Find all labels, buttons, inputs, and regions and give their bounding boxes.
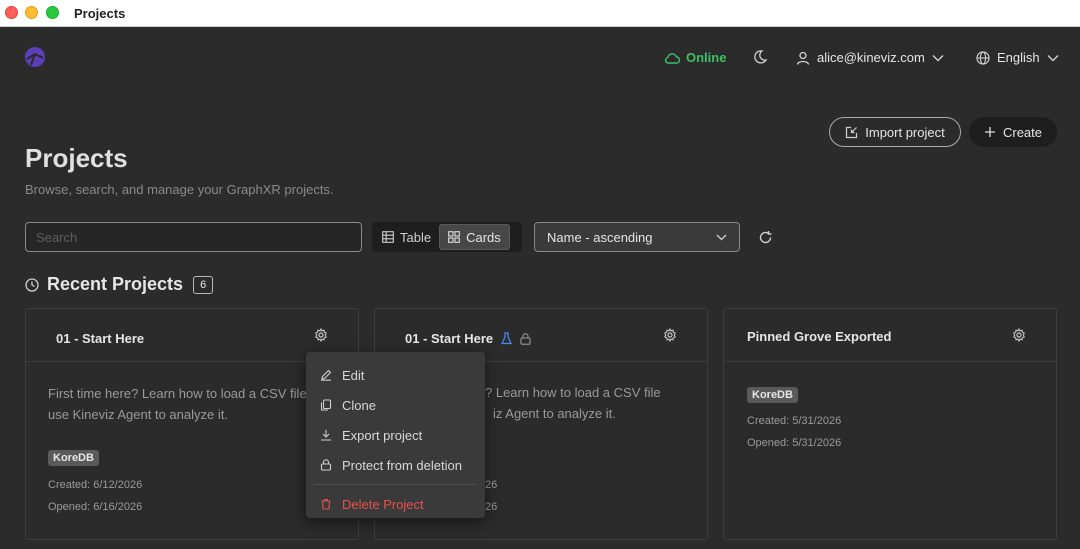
refresh-icon[interactable] xyxy=(758,230,773,245)
globe-icon xyxy=(976,50,990,65)
clock-icon xyxy=(25,277,39,292)
db-tag: KoreDB xyxy=(747,387,798,403)
menu-item-delete[interactable]: Delete Project xyxy=(306,489,485,519)
recent-projects-header: Recent Projects 6 xyxy=(25,274,214,295)
gear-icon[interactable] xyxy=(314,328,328,342)
connection-status: Online xyxy=(664,50,726,65)
chevron-down-icon xyxy=(932,54,944,61)
table-icon xyxy=(382,231,394,243)
import-project-button[interactable]: Import project xyxy=(829,117,961,147)
table-view-label: Table xyxy=(400,229,432,245)
opened-date: 26 xyxy=(485,501,498,513)
cloud-icon xyxy=(664,52,680,64)
card-title: 01 - Start Here xyxy=(405,331,531,346)
cards-view-button[interactable]: Cards xyxy=(439,224,510,250)
user-icon xyxy=(796,51,810,65)
menu-item-label: Clone xyxy=(342,397,376,413)
project-count-badge: 6 xyxy=(193,275,214,294)
card-description-line-1: ? Learn how to load a CSV file xyxy=(485,385,661,400)
window-title: Projects xyxy=(74,6,126,21)
db-tag: KoreDB xyxy=(48,450,99,466)
trash-icon xyxy=(321,498,331,510)
user-menu[interactable]: alice@kineviz.com xyxy=(796,50,944,65)
card-context-menu: Edit Clone Export project Protect from d… xyxy=(306,352,485,518)
card-title: Pinned Grove Exported xyxy=(747,329,891,344)
card-title: 01 - Start Here xyxy=(56,331,144,346)
card-title-text: Pinned Grove Exported xyxy=(747,329,892,344)
menu-divider xyxy=(314,484,477,485)
language-label: English xyxy=(997,50,1040,65)
minimize-window-button[interactable] xyxy=(25,6,38,19)
app-logo-icon[interactable] xyxy=(24,46,46,68)
lock-icon xyxy=(520,332,531,345)
card-header: Pinned Grove Exported xyxy=(724,309,1056,362)
zoom-window-button[interactable] xyxy=(46,6,59,19)
flask-icon xyxy=(501,332,513,345)
language-selector[interactable]: English xyxy=(976,50,1059,65)
created-date: Created: 5/31/2026 xyxy=(747,415,842,427)
menu-item-export[interactable]: Export project xyxy=(306,420,485,450)
page-title: Projects xyxy=(25,143,128,173)
create-label: Create xyxy=(1002,124,1043,140)
page-subtitle: Browse, search, and manage your GraphXR … xyxy=(25,182,334,197)
chevron-down-icon xyxy=(1047,54,1059,61)
opened-date: Opened: 6/16/2026 xyxy=(48,501,143,513)
recent-projects-title: Recent Projects xyxy=(47,274,184,294)
user-email: alice@kineviz.com xyxy=(817,50,925,65)
import-project-label: Import project xyxy=(865,124,945,140)
view-toggle: Table Cards xyxy=(372,222,522,252)
card-title-text: 01 - Start Here xyxy=(56,331,145,346)
lock-icon xyxy=(320,459,332,471)
pencil-icon xyxy=(321,369,332,381)
project-card[interactable]: Pinned Grove Exported KoreDB Created: 5/… xyxy=(723,308,1057,540)
chevron-down-icon xyxy=(716,234,727,240)
moon-icon[interactable] xyxy=(752,49,768,65)
window-titlebar: Projects xyxy=(0,0,1080,27)
gear-icon[interactable] xyxy=(663,328,677,342)
gear-icon[interactable] xyxy=(1012,328,1026,342)
card-description: First time here? Learn how to load a CSV… xyxy=(48,386,332,422)
menu-item-label: Protect from deletion xyxy=(342,457,462,473)
menu-item-label: Export project xyxy=(342,427,423,443)
card-description-line-2: iz Agent to analyze it. xyxy=(493,406,616,421)
menu-item-label: Delete Project xyxy=(342,496,424,512)
search-input[interactable] xyxy=(25,222,362,252)
sort-select[interactable]: Name - ascending xyxy=(534,222,740,252)
menu-item-edit[interactable]: Edit xyxy=(306,360,485,390)
import-icon xyxy=(846,126,858,138)
created-date: Created: 6/12/2026 xyxy=(48,479,143,491)
cards-view-label: Cards xyxy=(466,229,501,245)
close-window-button[interactable] xyxy=(5,6,18,19)
sort-value: Name - ascending xyxy=(547,229,653,245)
create-button[interactable]: Create xyxy=(969,117,1057,147)
plus-icon xyxy=(984,127,995,137)
table-view-button[interactable]: Table xyxy=(374,224,439,250)
download-icon xyxy=(321,430,331,441)
card-title-text: 01 - Start Here xyxy=(405,331,494,346)
menu-item-protect[interactable]: Protect from deletion xyxy=(306,450,485,480)
menu-item-clone[interactable]: Clone xyxy=(306,390,485,420)
created-date: 26 xyxy=(485,479,498,491)
cards-icon xyxy=(448,231,460,243)
opened-date: Opened: 5/31/2026 xyxy=(747,437,842,449)
menu-item-label: Edit xyxy=(342,367,365,383)
status-label: Online xyxy=(686,50,727,65)
copy-icon xyxy=(320,399,332,411)
